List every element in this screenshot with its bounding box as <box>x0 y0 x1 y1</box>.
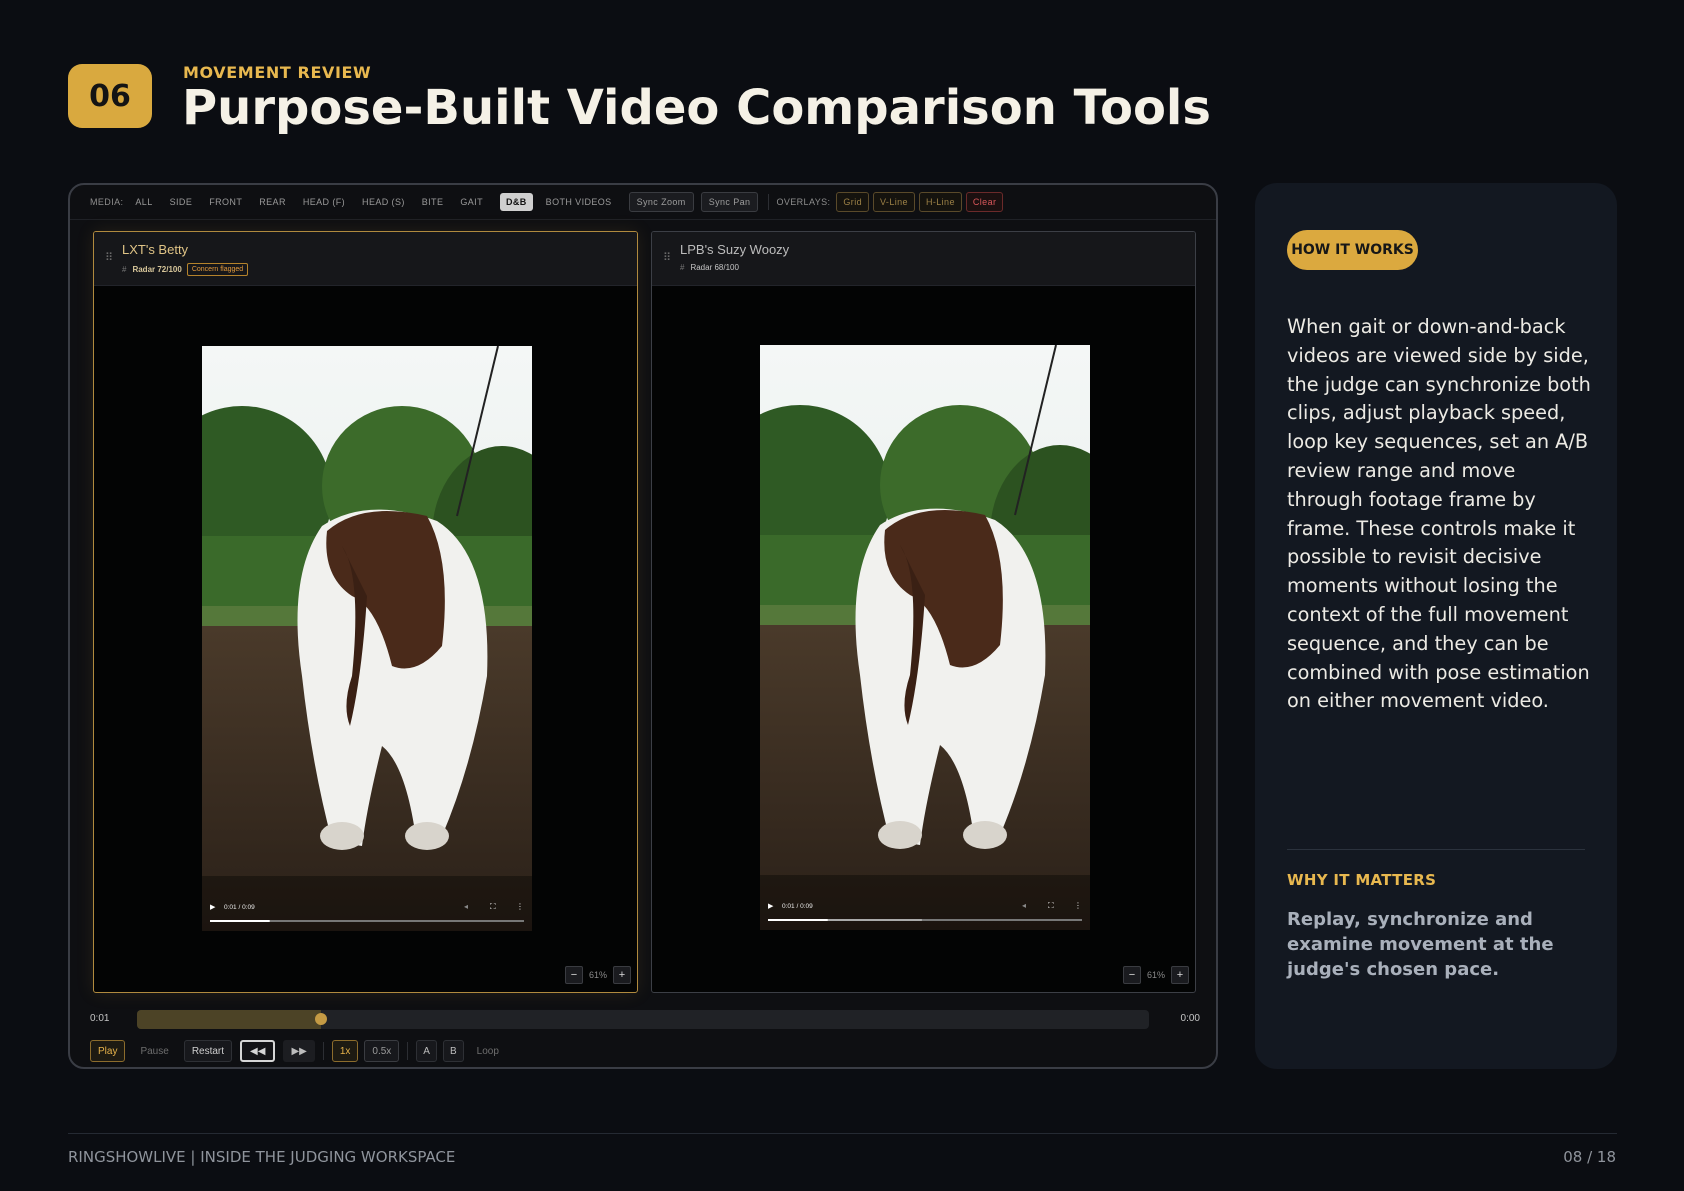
zoom-in-button[interactable]: + <box>1171 966 1189 984</box>
volume-icon: ◂ <box>1022 901 1026 910</box>
timeline-scrub-handle[interactable] <box>315 1013 328 1025</box>
overlay-vline-button[interactable]: V-Line <box>873 192 915 212</box>
video-play-icon: ▶ <box>768 903 774 910</box>
page-number: 08 / 18 <box>1563 1148 1616 1166</box>
tab-bite[interactable]: BITE <box>422 197 444 207</box>
timeline-current-time: 0:01 <box>90 1013 110 1024</box>
footer-brand: RINGSHOWLIVE | INSIDE THE JUDGING WORKSP… <box>68 1148 456 1166</box>
sync-zoom-button[interactable]: Sync Zoom <box>628 192 694 212</box>
tab-all[interactable]: ALL <box>135 197 152 207</box>
video-progress-fill <box>210 920 270 922</box>
mark-a-button[interactable]: A <box>416 1040 437 1062</box>
video-play-icon: ▶ <box>210 904 216 911</box>
media-label: MEDIA: <box>90 197 124 207</box>
video-comparison-app: MEDIA: ALL SIDE FRONT REAR HEAD (F) HEAD… <box>68 183 1218 1069</box>
tab-front[interactable]: FRONT <box>209 197 242 207</box>
page-title: Purpose-Built Video Comparison Tools <box>182 80 1211 136</box>
dog-rear-video-frame: ▶ 0:01 / 0:09 ◂ ⛶ ⋮ <box>760 345 1090 930</box>
slide-number-badge: 06 <box>68 64 152 128</box>
panel-header: ⠿ LPB's Suzy Woozy # Radar 68/100 <box>652 232 1195 286</box>
controls-divider <box>322 1042 324 1060</box>
media-toolbar: MEDIA: ALL SIDE FRONT REAR HEAD (F) HEAD… <box>70 185 1216 220</box>
tab-gait[interactable]: GAIT <box>460 197 483 207</box>
speed-half-button[interactable]: 0.5x <box>364 1040 400 1062</box>
how-it-works-pill: HOW IT WORKS <box>1287 230 1418 270</box>
tab-both-videos[interactable]: BOTH VIDEOS <box>546 197 612 207</box>
tab-head-front[interactable]: HEAD (F) <box>303 197 345 207</box>
video-time: 0:01 / 0:09 <box>782 903 813 910</box>
restart-button[interactable]: Restart <box>183 1040 233 1062</box>
video-player[interactable]: ▶ 0:01 / 0:09 ◂ ⛶ ⋮ <box>202 346 532 931</box>
overlay-hline-button[interactable]: H-Line <box>918 192 962 212</box>
timeline-end-time: 0:00 <box>1180 1013 1200 1024</box>
how-it-works-text: When gait or down-and-back videos are vi… <box>1287 315 1591 713</box>
more-options-icon: ⋮ <box>1074 901 1082 910</box>
zoom-out-button[interactable]: − <box>564 966 583 984</box>
concern-badge: Concern flagged <box>186 263 249 276</box>
toolbar-divider <box>768 194 770 210</box>
loop-button[interactable]: Loop <box>470 1040 506 1062</box>
controls-divider <box>407 1042 409 1060</box>
sync-pan-button[interactable]: Sync Pan <box>700 192 759 212</box>
video-progress-fill <box>768 919 828 921</box>
tab-down-and-back[interactable]: D&B <box>499 193 533 211</box>
explanation-card: HOW IT WORKS When gait or down-and-back … <box>1255 183 1617 1069</box>
zoom-in-button[interactable]: + <box>613 966 631 984</box>
video-panel-right: ⠿ LPB's Suzy Woozy # Radar 68/100 ▶ 0:01… <box>651 231 1196 993</box>
panel-meta: # Radar 68/100 <box>680 263 744 272</box>
drag-handle-icon[interactable]: ⠿ <box>663 252 671 264</box>
volume-icon: ◂ <box>464 902 468 911</box>
panel-meta: # Radar 72/100 Concern flagged <box>122 263 249 276</box>
radar-score: Radar 72/100 <box>132 265 182 274</box>
overlay-grid-button[interactable]: Grid <box>836 192 870 212</box>
fullscreen-icon: ⛶ <box>1047 901 1054 910</box>
why-it-matters-text: Replay, synchronize and examine movement… <box>1287 909 1554 980</box>
master-timeline: 0:01 0:00 <box>90 1009 1200 1029</box>
dog-name: LPB's Suzy Woozy <box>680 242 790 257</box>
fullscreen-icon: ⛶ <box>489 902 496 911</box>
panel-header: ⠿ LXT's Betty # Radar 72/100 Concern fla… <box>94 232 637 286</box>
card-divider <box>1287 849 1585 850</box>
mark-b-button[interactable]: B <box>442 1040 464 1062</box>
dog-name: LXT's Betty <box>122 242 189 257</box>
tab-head-side[interactable]: HEAD (S) <box>362 197 405 207</box>
why-it-matters-label: WHY IT MATTERS <box>1287 871 1437 889</box>
drag-handle-icon[interactable]: ⠿ <box>105 252 113 264</box>
zoom-level: 61% <box>588 970 607 980</box>
more-options-icon: ⋮ <box>516 902 524 911</box>
zoom-control: − 61% + <box>564 966 631 984</box>
step-forward-button[interactable]: ▶▶ <box>283 1040 315 1062</box>
zoom-control: − 61% + <box>1122 966 1189 984</box>
overlays-label: OVERLAYS: <box>776 197 831 207</box>
playback-controls: Play Pause Restart ◀◀ ▶▶ 1x 0.5x A B Loo… <box>90 1040 514 1062</box>
video-player[interactable]: ▶ 0:01 / 0:09 ◂ ⛶ ⋮ <box>760 345 1090 930</box>
overlay-clear-button[interactable]: Clear <box>965 192 1004 212</box>
footer-divider <box>68 1133 1617 1134</box>
pause-button[interactable]: Pause <box>133 1040 175 1062</box>
timeline-progress-fill <box>137 1010 322 1029</box>
play-button[interactable]: Play <box>90 1040 126 1062</box>
tab-side[interactable]: SIDE <box>170 197 193 207</box>
radar-score: Radar 68/100 <box>690 263 739 272</box>
speed-1x-button[interactable]: 1x <box>331 1040 359 1062</box>
timeline-scrubber[interactable] <box>137 1010 1149 1029</box>
video-panel-left: ⠿ LXT's Betty # Radar 72/100 Concern fla… <box>93 231 638 993</box>
hash-icon: # <box>122 265 127 274</box>
hash-icon: # <box>680 263 685 272</box>
video-time: 0:01 / 0:09 <box>224 904 255 911</box>
zoom-level: 61% <box>1146 970 1165 980</box>
dog-rear-video-frame: ▶ 0:01 / 0:09 ◂ ⛶ ⋮ <box>202 346 532 931</box>
step-back-button[interactable]: ◀◀ <box>240 1040 276 1062</box>
tab-rear[interactable]: REAR <box>259 197 286 207</box>
zoom-out-button[interactable]: − <box>1122 966 1141 984</box>
